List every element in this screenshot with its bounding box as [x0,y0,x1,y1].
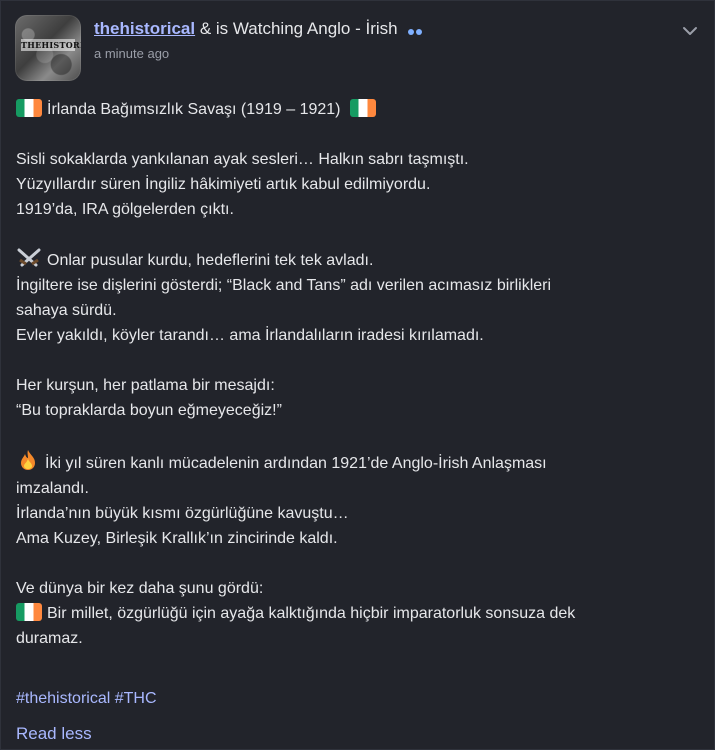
chevron-down-icon[interactable] [680,21,700,41]
hashtag-link[interactable]: #thehistorical [16,690,110,707]
post-meta: thehistorical & is Watching Anglo - İris… [94,19,424,61]
paragraph-line: Evler yakıldı, köyler tarandı… ama İrlan… [16,327,484,344]
paragraph-line: 1919’da, IRA gölgelerden çıktı. [16,201,234,218]
paragraph-line: Onlar pusular kurdu, hedeflerini tek tek… [16,247,696,273]
timestamp: a minute ago [94,45,170,61]
paragraph-text: Bir millet, özgürlüğü için ayağa kalktığ… [47,605,576,622]
post-body: İrlanda Bağımsızlık Savaşı (1919 – 1921)… [16,97,696,747]
paragraph-line: Her kurşun, her patlama bir mesajdı: [16,377,275,394]
paragraph-text: Onlar pusular kurdu, hedeflerini tek tek… [47,252,374,269]
paragraph-line: Ama Kuzey, Birleşik Krallık’ın zincirind… [16,530,338,547]
watching-eyes-icon [408,20,424,40]
title-line: thehistorical & is Watching Anglo - İris… [94,19,424,40]
paragraph-text: İki yıl süren kanlı mücadelenin ardından… [45,455,547,472]
hashtags: #thehistorical #THC [16,686,696,711]
fire-icon [21,450,35,470]
avatar[interactable]: THEHISTORICAL [15,15,81,81]
username-link[interactable]: thehistorical [94,19,195,38]
read-less-link[interactable]: Read less [16,721,92,746]
post-title: İrlanda Bağımsızlık Savaşı (1919 – 1921) [47,101,341,118]
paragraph-line: İrlanda’nın büyük kısmı özgürlüğüne kavu… [16,505,349,522]
ireland-flag-icon [16,99,42,117]
paragraph-line: imzalandı. [16,480,89,497]
paragraph-line: sahaya sürdü. [16,302,117,319]
ireland-flag-icon [16,603,42,621]
paragraph-line: duramaz. [16,630,83,647]
activity-text: & is Watching Anglo - İrish [199,19,398,38]
post-header: THEHISTORICAL thehistorical & is Watchin… [15,15,700,81]
paragraph-line: Yüzyıllardır süren İngiliz hâkimiyeti ar… [16,176,431,193]
avatar-logo-text: THEHISTORICAL [21,39,81,51]
paragraph-line: Ve dünya bir kez daha şunu gördü: [16,580,264,597]
paragraph-line: “Bu topraklarda boyun eğmeyeceğiz!” [16,402,282,419]
title-line-body: İrlanda Bağımsızlık Savaşı (1919 – 1921) [16,97,696,122]
post-card: THEHISTORICAL thehistorical & is Watchin… [0,0,715,750]
paragraph-line: Bir millet, özgürlüğü için ayağa kalktığ… [16,601,696,626]
paragraph-line: Sisli sokaklarda yankılanan ayak sesleri… [16,151,469,168]
crossed-swords-icon [17,248,41,267]
paragraph-line: İngiltere ise dişlerini gösterdi; “Black… [16,277,552,294]
ireland-flag-icon [349,99,376,117]
hashtag-link[interactable]: #THC [115,690,157,707]
paragraph-line: İki yıl süren kanlı mücadelenin ardından… [16,448,696,476]
